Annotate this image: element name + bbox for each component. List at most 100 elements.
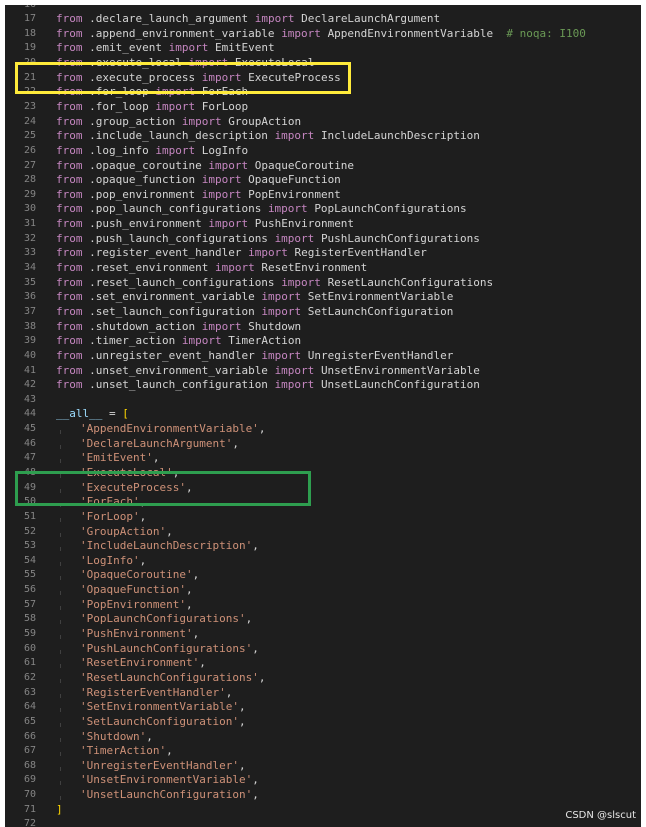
code-text: from .reset_environment import ResetEnvi… bbox=[36, 261, 367, 276]
code-line[interactable]: 61 'ResetEnvironment', bbox=[5, 656, 641, 671]
code-line[interactable]: 25 from .include_launch_description impor… bbox=[5, 129, 641, 144]
imported-name: PushLaunchConfigurations bbox=[320, 231, 480, 245]
code-line[interactable]: 56 'OpaqueFunction', bbox=[5, 583, 641, 598]
module-path: .for_loop bbox=[89, 99, 149, 113]
code-line[interactable]: 37 from .set_launch_configuration import … bbox=[5, 305, 641, 320]
module-path: .emit_event bbox=[89, 41, 162, 55]
string-literal: 'UnsetLaunchConfiguration' bbox=[80, 788, 253, 802]
code-line[interactable]: 58 'PopLaunchConfigurations', bbox=[5, 612, 641, 627]
string-literal: 'UnregisterEventHandler' bbox=[80, 758, 239, 772]
code-line[interactable]: 71] bbox=[5, 803, 641, 818]
code-line[interactable]: 66 'Shutdown', bbox=[5, 730, 641, 745]
code-line[interactable]: 60 'PushLaunchConfigurations', bbox=[5, 642, 641, 657]
code-line[interactable]: 45 'AppendEnvironmentVariable', bbox=[5, 422, 641, 437]
line-number: 62 bbox=[23, 671, 36, 683]
code-line[interactable]: 52 'GroupAction', bbox=[5, 525, 641, 540]
code-line[interactable]: 28 from .opaque_function import OpaqueFun… bbox=[5, 173, 641, 188]
code-text: 'AppendEnvironmentVariable', bbox=[36, 422, 265, 437]
code-line[interactable]: 32 from .push_launch_configurations impor… bbox=[5, 232, 641, 247]
code-line[interactable]: 40 from .unregister_event_handler import … bbox=[5, 349, 641, 364]
code-line[interactable]: 35 from .reset_launch_configurations impo… bbox=[5, 276, 641, 291]
code-line[interactable]: 57 'PopEnvironment', bbox=[5, 598, 641, 613]
code-line[interactable]: 59 'PushEnvironment', bbox=[5, 627, 641, 642]
code-line[interactable]: 17 from .declare_launch_argument import D… bbox=[5, 12, 641, 27]
code-line[interactable]: 38 from .shutdown_action import Shutdown bbox=[5, 320, 641, 335]
line-number: 65 bbox=[23, 715, 36, 727]
keyword-import: import bbox=[155, 99, 196, 113]
code-line[interactable]: 27 from .opaque_coroutine import OpaqueCo… bbox=[5, 159, 641, 174]
code-line[interactable]: 43 bbox=[5, 393, 641, 408]
code-line[interactable]: 24 from .group_action import GroupAction bbox=[5, 115, 641, 130]
line-number: 17 bbox=[23, 13, 36, 25]
imported-name: ResetEnvironment bbox=[261, 261, 368, 275]
code-line[interactable]: 63 'RegisterEventHandler', bbox=[5, 686, 641, 701]
code-line[interactable]: 64 'SetEnvironmentVariable', bbox=[5, 700, 641, 715]
code-line[interactable]: 34 from .reset_environment import ResetEn… bbox=[5, 261, 641, 276]
line-number: 19 bbox=[23, 42, 36, 54]
string-literal: 'TimerAction' bbox=[80, 744, 167, 758]
string-literal: 'IncludeLaunchDescription' bbox=[80, 539, 253, 553]
keyword-from: from bbox=[56, 231, 83, 245]
keyword-from: from bbox=[56, 348, 83, 362]
line-number: 39 bbox=[23, 335, 36, 347]
code-line[interactable]: 46 'DeclareLaunchArgument', bbox=[5, 437, 641, 452]
code-line[interactable]: 55 'OpaqueCoroutine', bbox=[5, 568, 641, 583]
code-line[interactable]: 29 from .pop_environment import PopEnviro… bbox=[5, 188, 641, 203]
string-literal: 'Shutdown' bbox=[80, 729, 147, 743]
code-line[interactable]: 18 from .append_environment_variable impo… bbox=[5, 27, 641, 42]
comma: , bbox=[152, 451, 160, 465]
comma: , bbox=[192, 568, 200, 582]
code-text: from .push_launch_configurations import … bbox=[36, 232, 480, 247]
module-path: .group_action bbox=[89, 114, 176, 128]
keyword-import: import bbox=[274, 378, 315, 392]
code-line[interactable]: 62 'ResetLaunchConfigurations', bbox=[5, 671, 641, 686]
module-path: .set_launch_configuration bbox=[89, 304, 255, 318]
code-line[interactable]: 70 'UnsetLaunchConfiguration', bbox=[5, 788, 641, 803]
assign-operator: = bbox=[102, 407, 123, 421]
code-text: from .for_loop import ForLoop bbox=[36, 100, 248, 115]
imported-name: ResetLaunchConfigurations bbox=[327, 275, 494, 289]
code-line[interactable]: 31 from .push_environment import PushEnvi… bbox=[5, 217, 641, 232]
line-number: 67 bbox=[23, 745, 36, 757]
code-line[interactable]: 47 'EmitEvent', bbox=[5, 451, 641, 466]
code-line[interactable]: 54 'LogInfo', bbox=[5, 554, 641, 569]
line-number: 46 bbox=[23, 437, 36, 449]
imported-name: RegisterEventHandler bbox=[294, 246, 427, 260]
code-line[interactable]: 33 from .register_event_handler import Re… bbox=[5, 246, 641, 261]
code-line[interactable]: 68 'UnregisterEventHandler', bbox=[5, 759, 641, 774]
code-line[interactable]: 42 from .unset_launch_configuration impor… bbox=[5, 378, 641, 393]
code-line[interactable]: 16 bbox=[5, 5, 641, 12]
line-number: 52 bbox=[23, 525, 36, 537]
comma: , bbox=[252, 773, 259, 787]
imported-name: SetEnvironmentVariable bbox=[307, 290, 454, 304]
code-editor[interactable]: 1617from .declare_launch_argument import… bbox=[5, 5, 641, 827]
code-line[interactable]: 39 from .timer_action import TimerAction bbox=[5, 334, 641, 349]
code-line[interactable]: 30 from .pop_launch_configurations import… bbox=[5, 202, 641, 217]
code-text: from .shutdown_action import Shutdown bbox=[36, 320, 301, 335]
code-line[interactable]: 65 'SetLaunchConfiguration', bbox=[5, 715, 641, 730]
line-number: 36 bbox=[23, 291, 36, 303]
keyword-import: import bbox=[274, 129, 315, 143]
code-line[interactable]: 19 from .emit_event import EmitEvent bbox=[5, 41, 641, 56]
keyword-from: from bbox=[56, 158, 83, 172]
module-path: .reset_environment bbox=[89, 261, 209, 275]
string-literal: 'PopLaunchConfigurations' bbox=[80, 612, 246, 626]
string-literal: 'RegisterEventHandler' bbox=[80, 685, 226, 699]
code-line[interactable]: 53 'IncludeLaunchDescription', bbox=[5, 539, 641, 554]
module-path: .declare_launch_argument bbox=[89, 12, 249, 26]
keyword-from: from bbox=[56, 319, 83, 333]
line-number: 64 bbox=[23, 701, 36, 713]
module-path: .include_launch_description bbox=[89, 129, 268, 143]
module-path: .shutdown_action bbox=[89, 319, 196, 333]
code-line[interactable]: 67 'TimerAction', bbox=[5, 744, 641, 759]
code-line[interactable]: 44 __all__ = [ bbox=[5, 407, 641, 422]
comma: , bbox=[252, 788, 259, 802]
code-line[interactable]: 23 from .for_loop import ForLoop bbox=[5, 100, 641, 115]
code-line[interactable]: 72 bbox=[5, 817, 641, 827]
code-line[interactable]: 69 'UnsetEnvironmentVariable', bbox=[5, 773, 641, 788]
code-line[interactable]: 51 'ForLoop', bbox=[5, 510, 641, 525]
keyword-from: from bbox=[56, 41, 83, 55]
code-line[interactable]: 36 from .set_environment_variable import … bbox=[5, 290, 641, 305]
code-line[interactable]: 26 from .log_info import LogInfo bbox=[5, 144, 641, 159]
code-line[interactable]: 41 from .unset_environment_variable impor… bbox=[5, 364, 641, 379]
